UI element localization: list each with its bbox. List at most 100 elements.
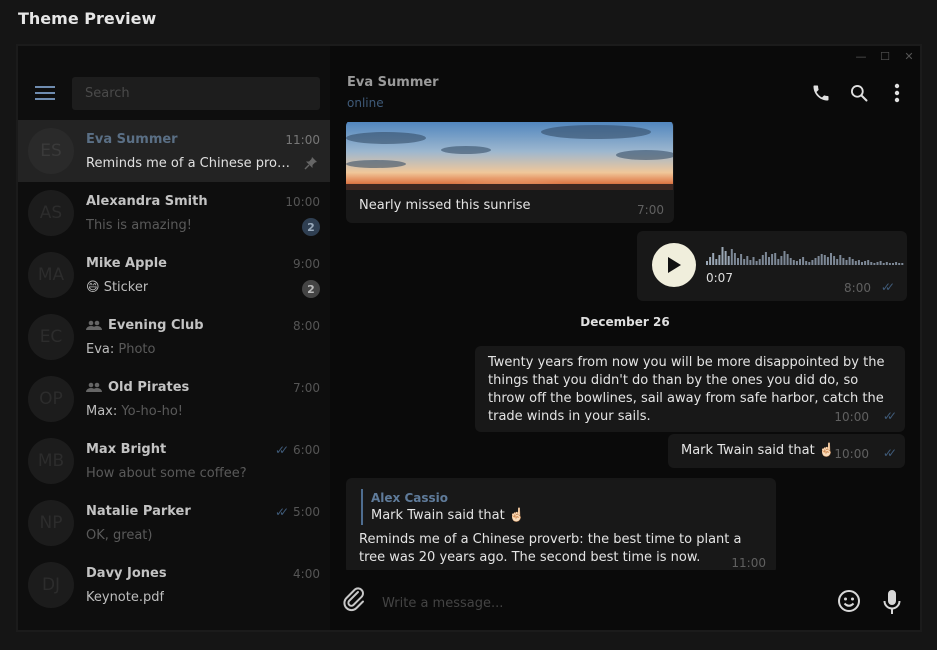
- chat-list-item[interactable]: AS Alexandra Smith 10:00 This is amazing! 2: [18, 182, 330, 244]
- chat-time: 5:00: [293, 505, 320, 519]
- chat-time-row: 8:00: [293, 319, 320, 333]
- group-icon: [86, 382, 102, 392]
- waveform-bar: [755, 261, 758, 265]
- message-time: 10:00: [834, 447, 869, 461]
- conversation-title[interactable]: Eva Summer: [347, 75, 439, 90]
- waveform-bar: [898, 263, 901, 265]
- message-time: 11:00: [731, 556, 766, 570]
- quote-text: Mark Twain said that ☝🏻: [371, 508, 526, 523]
- chat-time-row: 4:00: [293, 567, 320, 581]
- waveform-bar: [870, 262, 873, 265]
- waveform-bar: [764, 252, 767, 265]
- chat-list-item[interactable]: ES Eva Summer 11:00 Reminds me of a Chinese…: [18, 120, 330, 182]
- search-icon[interactable]: [848, 82, 870, 104]
- preview-text: How about some coffee?: [86, 466, 247, 481]
- read-check-icon: ✓✓: [274, 505, 289, 519]
- chat-preview: Reminds me of a Chinese proverb: the bes…: [86, 156, 296, 171]
- phone-icon[interactable]: [810, 82, 832, 104]
- waveform-bar: [752, 257, 755, 265]
- photo-message[interactable]: Nearly missed this sunrise 7:00: [346, 122, 674, 223]
- chat-list-item[interactable]: NP Natalie Parker ✓✓ 5:00 OK, great): [18, 492, 330, 554]
- preview-text: Photo: [118, 342, 156, 357]
- chat-time: 6:00: [293, 443, 320, 457]
- minimize-button[interactable]: —: [854, 49, 868, 63]
- sunrise-photo[interactable]: [346, 122, 673, 190]
- chat-list-item[interactable]: MA Mike Apple 9:00 😄 Sticker 2: [18, 244, 330, 306]
- chat-name-row: Davy Jones: [86, 566, 167, 581]
- waveform-bar: [867, 260, 870, 265]
- conversation-status: online: [347, 96, 384, 110]
- waveform-bar: [820, 254, 823, 265]
- waveform-bar: [826, 257, 829, 265]
- waveform-bar: [706, 261, 708, 265]
- waveform-bar: [895, 262, 898, 265]
- avatar: EC: [28, 314, 74, 360]
- play-button[interactable]: [652, 243, 696, 287]
- waveform-bar: [823, 255, 826, 265]
- unread-badge: 2: [302, 280, 320, 298]
- waveform-bar: [727, 256, 730, 265]
- message-time: 10:00: [834, 410, 869, 424]
- waveform-bar: [876, 262, 879, 265]
- close-button[interactable]: ✕: [902, 49, 916, 63]
- chat-preview: OK, great): [86, 528, 152, 543]
- waveform-bar: [845, 260, 848, 265]
- chat-time: 10:00: [285, 195, 320, 209]
- chat-list-item[interactable]: EC Evening Club 8:00 Eva: Photo: [18, 306, 330, 368]
- menu-icon[interactable]: [35, 86, 55, 102]
- waveform-bar: [885, 262, 888, 265]
- chat-preview: 😄 Sticker: [86, 280, 148, 295]
- chat-list-item[interactable]: MB Max Bright ✓✓ 6:00 How about some coffee?: [18, 430, 330, 492]
- read-check-icon: ✓✓: [882, 409, 897, 423]
- avatar: ES: [28, 128, 74, 174]
- message-input[interactable]: [382, 592, 782, 614]
- waveform-bar: [848, 257, 851, 265]
- microphone-icon[interactable]: [882, 589, 902, 619]
- voice-duration: 0:07: [706, 271, 733, 285]
- waveform-bar: [808, 262, 811, 265]
- waveform-bar: [857, 260, 860, 265]
- maximize-button[interactable]: ☐: [878, 49, 892, 63]
- conversation-panel: — ☐ ✕ Eva Summer online Nearly missed th…: [330, 46, 920, 630]
- waveform-bar: [854, 261, 857, 265]
- chat-list: ES Eva Summer 11:00 Reminds me of a Chinese…: [18, 120, 330, 616]
- unread-badge: 2: [302, 218, 320, 236]
- search-box[interactable]: [72, 77, 320, 110]
- waveform-bar: [839, 255, 842, 265]
- waveform-bar: [749, 260, 752, 265]
- voice-waveform[interactable]: [706, 245, 906, 267]
- chat-time: 11:00: [285, 133, 320, 147]
- chat-time-row: 9:00: [293, 257, 320, 271]
- attach-icon[interactable]: [342, 584, 366, 616]
- chat-time: 7:00: [293, 381, 320, 395]
- voice-message[interactable]: 0:07 8:00 ✓✓: [637, 231, 907, 301]
- message-history[interactable]: Nearly missed this sunrise 7:00 0:07 8:0…: [330, 122, 920, 570]
- search-input[interactable]: [72, 77, 320, 110]
- waveform-bar: [814, 258, 817, 265]
- waveform-bar: [851, 259, 854, 265]
- waveform-bar: [811, 260, 814, 265]
- message-time: 8:00: [844, 281, 871, 295]
- avatar: DJ: [28, 562, 74, 608]
- preview-text: This is amazing!: [86, 218, 192, 233]
- chat-name: Alexandra Smith: [86, 194, 208, 209]
- chat-time: 8:00: [293, 319, 320, 333]
- chat-time: 9:00: [293, 257, 320, 271]
- waveform-bar: [761, 255, 764, 265]
- chat-list-item[interactable]: OP Old Pirates 7:00 Max: Yo-ho-ho!: [18, 368, 330, 430]
- outgoing-message[interactable]: Twenty years from now you will be more d…: [475, 346, 905, 432]
- waveform-bar: [733, 253, 736, 265]
- chat-preview: Max: Yo-ho-ho!: [86, 404, 183, 419]
- more-options-icon[interactable]: [886, 82, 908, 104]
- waveform-bar: [861, 262, 863, 265]
- preview-sender: Max:: [86, 404, 122, 419]
- chat-list-item[interactable]: DJ Davy Jones 4:00 Keynote.pdf: [18, 554, 330, 616]
- pin-icon: [304, 155, 318, 174]
- waveform-bar: [802, 257, 805, 265]
- quoted-message[interactable]: Alex Cassio Mark Twain said that ☝🏻: [361, 489, 763, 525]
- incoming-reply-message[interactable]: Alex Cassio Mark Twain said that ☝🏻 Remi…: [346, 478, 776, 570]
- emoji-icon[interactable]: [837, 589, 861, 617]
- outgoing-message[interactable]: Mark Twain said that ☝🏻 10:00 ✓✓: [668, 434, 905, 468]
- waveform-bar: [799, 259, 801, 265]
- message-text: Twenty years from now you will be more d…: [488, 355, 885, 424]
